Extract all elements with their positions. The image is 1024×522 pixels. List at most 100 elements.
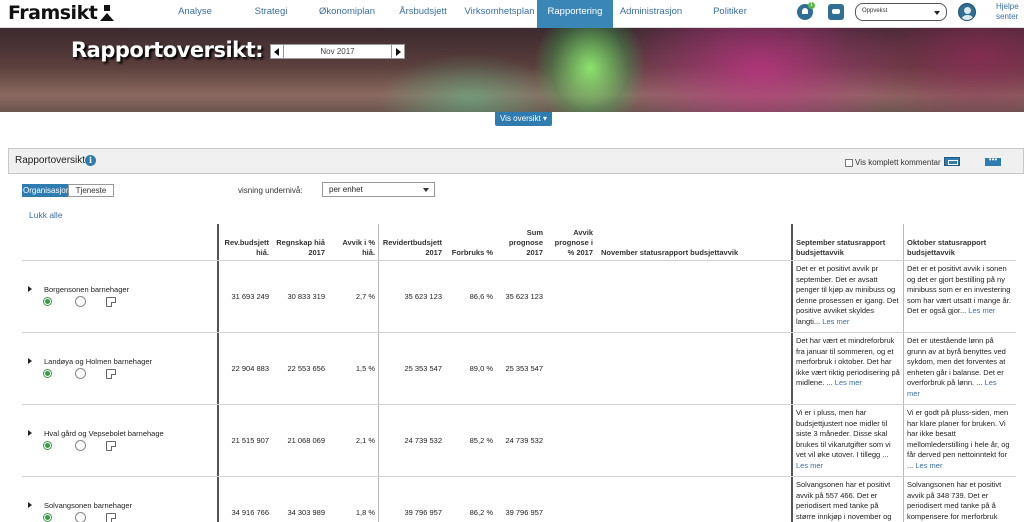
header-deviation-pct: Avvik i % hiå.: [342, 238, 375, 257]
show-overview-button[interactable]: Vis oversikt ▾: [495, 112, 552, 126]
row-unit-name: Borgensonen barnehager: [44, 285, 130, 294]
sep-comment: Solvangsonen har et positivt avvik på 55…: [796, 480, 900, 522]
show-overview-label: Vis oversikt: [499, 114, 541, 123]
header-revised-budget: Revidertbudsjett 2017: [382, 238, 442, 257]
status-empty-icon[interactable]: [75, 296, 86, 307]
framsikt-logo[interactable]: Framsikt: [8, 2, 115, 24]
document-icon[interactable]: [106, 513, 116, 522]
expand-row-icon[interactable]: [28, 430, 32, 436]
cell-deviation-pct: 1,5 %: [355, 364, 375, 373]
page-title: Rapportoversikt:: [71, 38, 264, 62]
report-table: Rev.budsjett hiå. Regnskap hiå 2017 Avvi…: [22, 224, 1016, 522]
cell-accounts: 21 068 069: [287, 436, 325, 445]
tab-service[interactable]: Tjeneste: [68, 184, 114, 197]
table-row: Landøya og Holmen barnehager 22 904 883 …: [22, 333, 1016, 404]
cell-rev-budget: 34 916 766: [231, 508, 269, 517]
nav-virksomhetsplan[interactable]: Virksomhetsplan: [462, 0, 537, 28]
help-center-link[interactable]: Hjelpe senter: [996, 2, 1024, 22]
read-more-link[interactable]: Les mer: [822, 317, 849, 326]
user-avatar[interactable]: [958, 3, 976, 21]
sep-comment: Det har vært et mindreforbruk fra januar…: [796, 336, 900, 402]
unit-select[interactable]: Oppvekst: [855, 3, 947, 21]
status-green-icon[interactable]: [43, 297, 52, 306]
cell-rev-budget: 21 515 907: [231, 436, 269, 445]
period-value[interactable]: Nov 2017: [284, 44, 391, 59]
status-green-icon[interactable]: [43, 369, 52, 378]
row-unit-name: Solvangsonen barnehager: [44, 501, 132, 510]
nav-rapportering[interactable]: Rapportering: [537, 0, 613, 28]
cell-accounts: 30 833 319: [287, 292, 325, 301]
cell-deviation-pct: 2,1 %: [355, 436, 375, 445]
cell-revised-budget: 25 353 547: [404, 364, 442, 373]
nav-strategi[interactable]: Strategi: [235, 0, 307, 28]
cell-revised-budget: 39 796 957: [404, 508, 442, 517]
tab-organisation[interactable]: Organisasjon: [22, 184, 70, 197]
cell-rev-budget: 31 693 249: [231, 292, 269, 301]
full-comment-checkbox[interactable]: [845, 158, 853, 167]
cell-sum-forecast: 24 739 532: [505, 436, 543, 445]
logo-text: Framsikt: [8, 2, 98, 24]
top-navigation: Framsikt Analyse Strategi Økonomiplan År…: [0, 0, 1024, 28]
status-empty-icon[interactable]: [75, 512, 86, 522]
next-period-button[interactable]: [391, 44, 405, 59]
sep-comment: Vi er i pluss, men har budsjettjustert n…: [796, 408, 900, 474]
status-empty-icon[interactable]: [75, 440, 86, 451]
header-sep-status: September statusrapport budsjettavvik: [796, 238, 886, 257]
logo-mark-icon: [100, 5, 115, 21]
chat-icon[interactable]: [828, 4, 844, 20]
document-icon[interactable]: [106, 369, 116, 379]
row-unit-name: Landøya og Holmen barnehager: [44, 357, 152, 366]
nav-administrasjon[interactable]: Administrasjon: [613, 0, 689, 28]
header-rev-budget: Rev.budsjett hiå.: [224, 238, 269, 257]
cell-usage-pct: 86,2 %: [469, 508, 493, 517]
document-icon[interactable]: [106, 441, 116, 451]
more-options-button[interactable]: •••: [985, 156, 1001, 166]
nav-analyse[interactable]: Analyse: [160, 0, 230, 28]
read-more-link[interactable]: Les mer: [835, 378, 862, 387]
sep-comment-text: Solvangsonen har et positivt avvik på 55…: [796, 480, 892, 521]
cell-usage-pct: 89,0 %: [469, 364, 493, 373]
nav-politiker[interactable]: Politiker: [692, 0, 768, 28]
period-navigator: Nov 2017: [270, 44, 405, 59]
header-usage-pct: Forbruks %: [451, 248, 493, 257]
expand-row-icon[interactable]: [28, 286, 32, 292]
sublevel-label: visning undernivå:: [238, 186, 303, 195]
panel-title: Rapportoversikt: [15, 155, 86, 166]
cell-deviation-pct: 2,7 %: [355, 292, 375, 301]
close-all-link[interactable]: Lukk alle: [29, 210, 63, 220]
cell-sum-forecast: 25 353 547: [505, 364, 543, 373]
status-empty-icon[interactable]: [75, 368, 86, 379]
read-more-link[interactable]: Les mer: [915, 461, 942, 470]
expand-row-icon[interactable]: [28, 502, 32, 508]
header-oct-status: Oktober statusrapport budsjettavvik: [907, 238, 987, 257]
full-comment-toggle[interactable]: Vis komplett kommentar: [845, 158, 941, 167]
unit-select-value: Oppvekst: [862, 8, 888, 14]
read-more-link[interactable]: Les mer: [968, 306, 995, 315]
expand-row-icon[interactable]: [28, 358, 32, 364]
nav-okonomiplan[interactable]: Økonomiplan: [311, 0, 383, 28]
cell-accounts: 22 553 656: [287, 364, 325, 373]
document-icon[interactable]: [106, 297, 116, 307]
notification-badge: 1: [808, 2, 815, 9]
chevron-down-icon: [423, 188, 429, 192]
export-icon[interactable]: [944, 157, 960, 166]
previous-period-button[interactable]: [270, 44, 284, 59]
oct-comment: Det er utestående lønn på grunn av at by…: [907, 336, 1011, 402]
row-unit-name: Hval gård og Vepsebolet barnehage: [44, 429, 164, 438]
cell-sum-forecast: 39 796 957: [505, 508, 543, 517]
sublevel-select[interactable]: per enhet: [322, 182, 435, 197]
status-green-icon[interactable]: [43, 513, 52, 522]
aurora-banner: Rapportoversikt: Nov 2017: [0, 28, 1024, 112]
sublevel-select-value: per enhet: [329, 185, 363, 194]
table-row: Solvangsonen barnehager 34 916 766 34 30…: [22, 477, 1016, 522]
status-green-icon[interactable]: [43, 441, 52, 450]
full-comment-label: Vis komplett kommentar: [855, 158, 941, 167]
oct-comment: Vi er godt på pluss-siden, men har klare…: [907, 408, 1011, 474]
cell-rev-budget: 22 904 883: [231, 364, 269, 373]
nav-arsbudsjett[interactable]: Årsbudsjett: [387, 0, 459, 28]
oct-comment-text: Solvangsonen har et positivt avvik på 34…: [907, 480, 1002, 521]
info-icon[interactable]: i: [85, 155, 96, 166]
oct-comment: Solvangsonen har et positivt avvik på 34…: [907, 480, 1011, 522]
read-more-link[interactable]: Les mer: [796, 461, 823, 470]
sep-comment-text: Vi er i pluss, men har budsjettjustert n…: [796, 408, 891, 460]
